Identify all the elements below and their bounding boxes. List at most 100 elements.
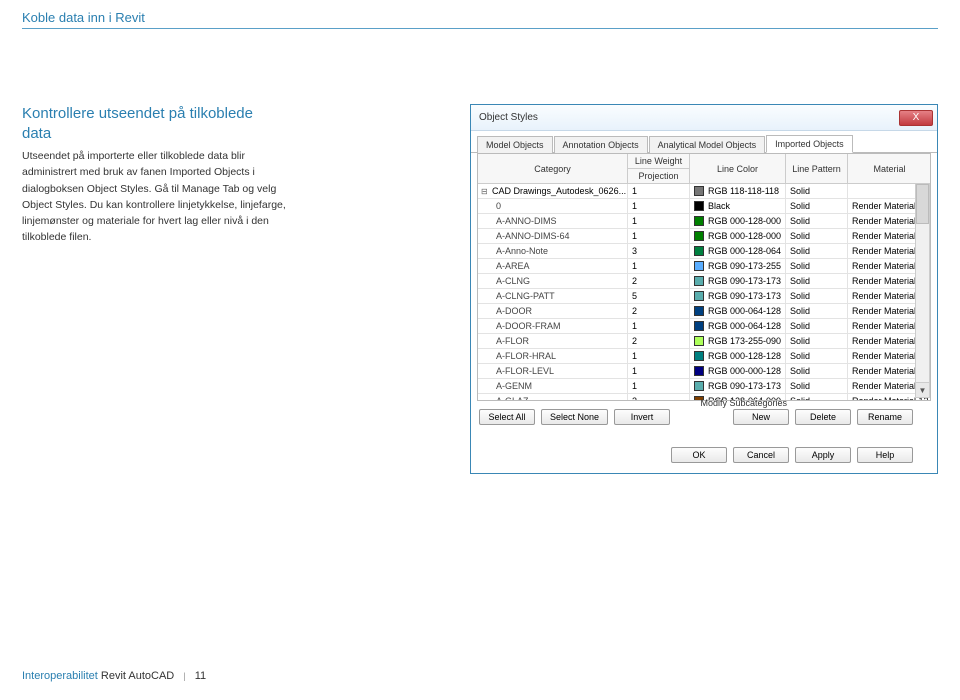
table-row[interactable]: A-DOOR-FRAM1RGB 000-064-128SolidRender M… <box>478 319 930 334</box>
color-swatch-icon <box>694 231 704 241</box>
cancel-button[interactable]: Cancel <box>733 447 789 463</box>
page-footer: Interoperabilitet Revit AutoCAD | 11 <box>22 670 206 682</box>
cell-category: 0 <box>478 199 628 214</box>
help-button[interactable]: Help <box>857 447 913 463</box>
cell-linepattern[interactable]: Solid <box>786 364 848 379</box>
cell-linepattern[interactable]: Solid <box>786 289 848 304</box>
grid-body[interactable]: ⊟CAD Drawings_Autodesk_0626...1RGB 118-1… <box>478 184 930 400</box>
modify-subcategories-label: Modify Subcategories <box>700 398 787 408</box>
cell-linepattern[interactable]: Solid <box>786 274 848 289</box>
color-swatch-icon <box>694 216 704 226</box>
table-row[interactable]: A-FLOR-HRAL1RGB 000-128-128SolidRender M… <box>478 349 930 364</box>
col-projection-label: Projection <box>628 169 689 183</box>
tree-collapse-icon[interactable]: ⊟ <box>481 187 488 196</box>
cell-lineweight[interactable]: 1 <box>628 259 690 274</box>
cell-lineweight[interactable]: 1 <box>628 214 690 229</box>
cell-linecolor[interactable]: RGB 000-128-000 <box>690 214 786 229</box>
cell-lineweight[interactable]: 2 <box>628 304 690 319</box>
cell-lineweight[interactable]: 5 <box>628 289 690 304</box>
cell-lineweight[interactable]: 1 <box>628 199 690 214</box>
cell-linecolor[interactable]: RGB 090-173-173 <box>690 289 786 304</box>
cell-category: A-GLAZ <box>478 394 628 400</box>
cell-lineweight[interactable]: 2 <box>628 334 690 349</box>
col-category: Category <box>478 154 628 183</box>
cell-lineweight[interactable]: 3 <box>628 244 690 259</box>
cell-linepattern[interactable]: Solid <box>786 349 848 364</box>
cell-linecolor[interactable]: RGB 000-000-128 <box>690 364 786 379</box>
cell-lineweight[interactable]: 1 <box>628 379 690 394</box>
cell-linepattern[interactable]: Solid <box>786 214 848 229</box>
cell-linecolor[interactable]: RGB 173-255-090 <box>690 334 786 349</box>
cell-linecolor[interactable]: RGB 118-118-118 <box>690 184 786 199</box>
cell-linepattern[interactable]: Solid <box>786 379 848 394</box>
cell-linecolor[interactable]: RGB 000-128-000 <box>690 229 786 244</box>
color-swatch-icon <box>694 321 704 331</box>
table-row[interactable]: A-GENM1RGB 090-173-173SolidRender Materi… <box>478 379 930 394</box>
tab-analytical-model-objects[interactable]: Analytical Model Objects <box>649 136 766 153</box>
object-styles-grid: Category Line Weight Projection Line Col… <box>477 153 931 401</box>
cell-linecolor[interactable]: RGB 000-064-128 <box>690 319 786 334</box>
cell-linecolor[interactable]: RGB 090-173-173 <box>690 274 786 289</box>
table-row[interactable]: 01BlackSolidRender Material 25... <box>478 199 930 214</box>
grid-header-row: Category Line Weight Projection Line Col… <box>478 154 930 184</box>
ok-button[interactable]: OK <box>671 447 727 463</box>
cell-lineweight[interactable]: 1 <box>628 349 690 364</box>
cell-linepattern[interactable]: Solid <box>786 229 848 244</box>
page-heading: Kontrollere utseendet på tilkoblede data <box>22 104 262 143</box>
table-row[interactable]: A-FLOR2RGB 173-255-090SolidRender Materi… <box>478 334 930 349</box>
table-row[interactable]: A-Anno-Note3RGB 000-128-064SolidRender M… <box>478 244 930 259</box>
dialog-titlebar[interactable]: Object Styles X <box>471 105 937 131</box>
cell-linepattern[interactable]: Solid <box>786 259 848 274</box>
cell-linepattern[interactable]: Solid <box>786 319 848 334</box>
table-row[interactable]: A-ANNO-DIMS-641RGB 000-128-000SolidRende… <box>478 229 930 244</box>
selection-buttons: Select All Select None Invert <box>479 409 670 425</box>
cell-linepattern[interactable]: Solid <box>786 184 848 199</box>
cell-linepattern[interactable]: Solid <box>786 394 848 400</box>
cell-category: A-FLOR-HRAL <box>478 349 628 364</box>
cell-linepattern[interactable]: Solid <box>786 244 848 259</box>
color-swatch-icon <box>694 246 704 256</box>
cell-linecolor[interactable]: RGB 090-173-255 <box>690 259 786 274</box>
select-all-button[interactable]: Select All <box>479 409 535 425</box>
cell-linepattern[interactable]: Solid <box>786 334 848 349</box>
cell-category: A-DOOR-FRAM <box>478 319 628 334</box>
cell-lineweight[interactable]: 1 <box>628 184 690 199</box>
cell-linecolor[interactable]: RGB 000-128-064 <box>690 244 786 259</box>
cell-category: ⊟CAD Drawings_Autodesk_0626... <box>478 184 628 199</box>
tab-model-objects[interactable]: Model Objects <box>477 136 553 153</box>
vertical-scrollbar[interactable]: ▲ ▼ <box>915 183 930 398</box>
tab-annotation-objects[interactable]: Annotation Objects <box>554 136 648 153</box>
cell-linecolor[interactable]: RGB 000-128-128 <box>690 349 786 364</box>
object-styles-dialog: Object Styles X Model Objects Annotation… <box>470 104 938 474</box>
table-row[interactable]: A-CLNG-PATT5RGB 090-173-173SolidRender M… <box>478 289 930 304</box>
select-none-button[interactable]: Select None <box>541 409 608 425</box>
tab-imported-objects[interactable]: Imported Objects <box>766 135 853 153</box>
delete-button[interactable]: Delete <box>795 409 851 425</box>
scroll-thumb[interactable] <box>916 184 929 224</box>
cell-lineweight[interactable]: 2 <box>628 394 690 400</box>
cell-lineweight[interactable]: 1 <box>628 229 690 244</box>
invert-button[interactable]: Invert <box>614 409 670 425</box>
cell-linepattern[interactable]: Solid <box>786 304 848 319</box>
cell-lineweight[interactable]: 1 <box>628 364 690 379</box>
table-row[interactable]: A-ANNO-DIMS1RGB 000-128-000SolidRender M… <box>478 214 930 229</box>
cell-linecolor[interactable]: RGB 000-064-128 <box>690 304 786 319</box>
color-swatch-icon <box>694 201 704 211</box>
table-row[interactable]: A-FLOR-LEVL1RGB 000-000-128SolidRender M… <box>478 364 930 379</box>
cell-linepattern[interactable]: Solid <box>786 199 848 214</box>
apply-button[interactable]: Apply <box>795 447 851 463</box>
cell-linecolor[interactable]: Black <box>690 199 786 214</box>
color-swatch-icon <box>694 261 704 271</box>
table-row[interactable]: A-DOOR2RGB 000-064-128SolidRender Materi… <box>478 304 930 319</box>
scroll-down-icon[interactable]: ▼ <box>916 382 929 397</box>
cell-linecolor[interactable]: RGB 090-173-173 <box>690 379 786 394</box>
table-row[interactable]: A-AREA1RGB 090-173-255SolidRender Materi… <box>478 259 930 274</box>
table-row[interactable]: A-CLNG2RGB 090-173-173SolidRender Materi… <box>478 274 930 289</box>
cell-lineweight[interactable]: 2 <box>628 274 690 289</box>
cell-lineweight[interactable]: 1 <box>628 319 690 334</box>
page-number: 11 <box>195 670 206 682</box>
rename-button[interactable]: Rename <box>857 409 913 425</box>
new-button[interactable]: New <box>733 409 789 425</box>
close-button[interactable]: X <box>899 110 933 126</box>
table-row[interactable]: ⊟CAD Drawings_Autodesk_0626...1RGB 118-1… <box>478 184 930 199</box>
